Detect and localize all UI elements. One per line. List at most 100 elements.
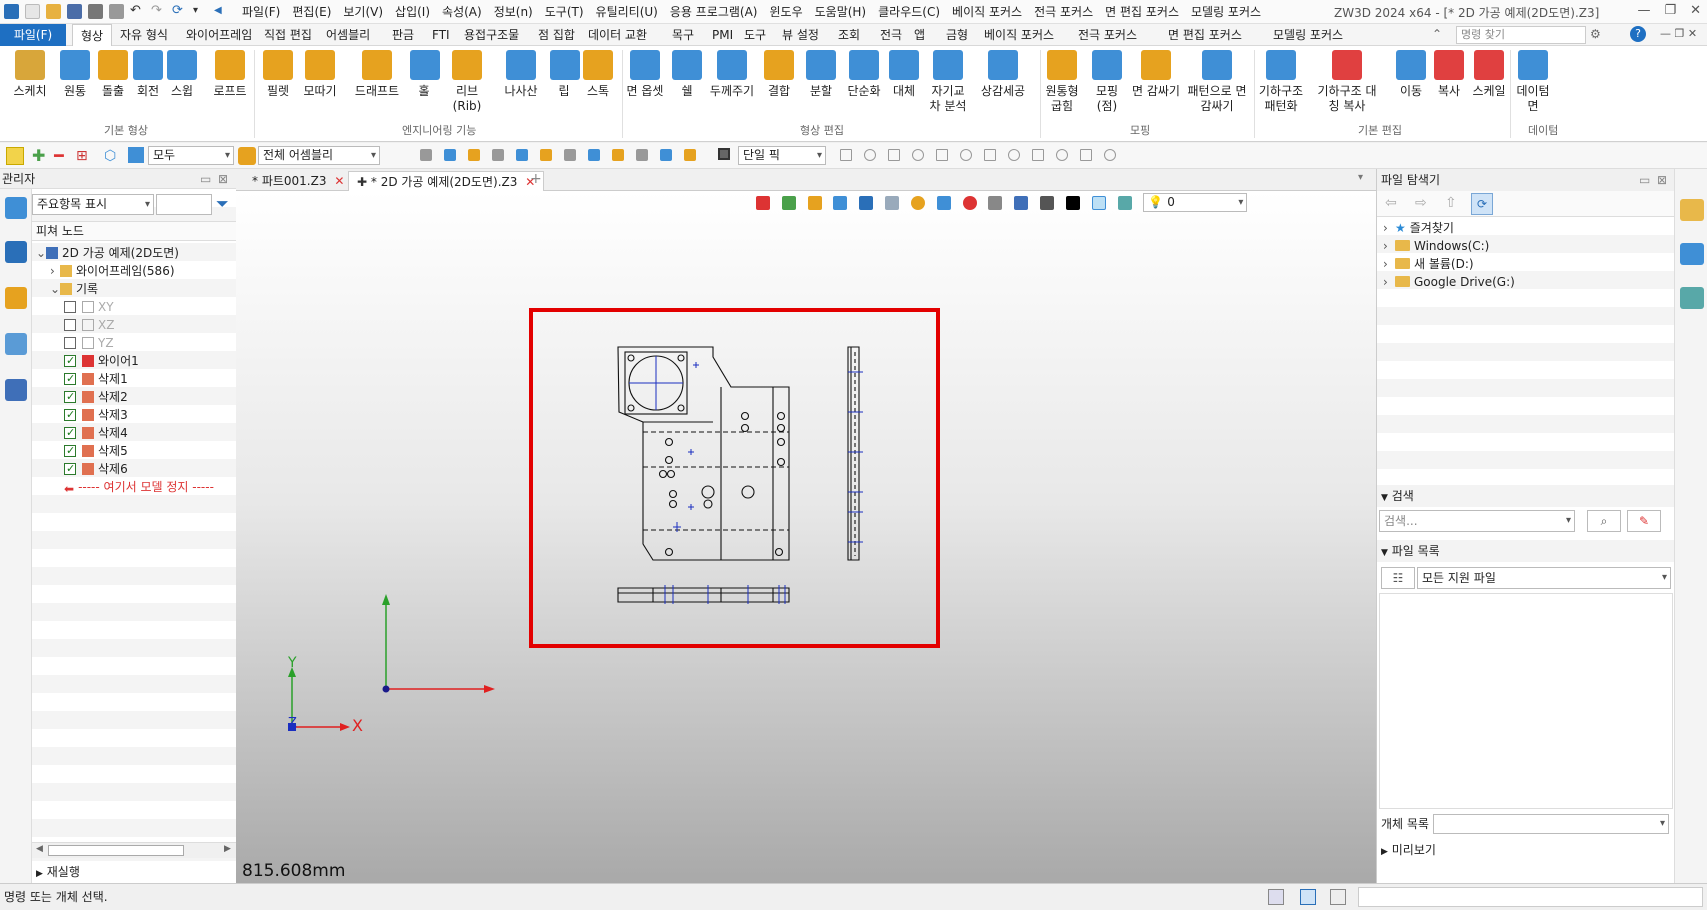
ribbon-button[interactable]: 자기교차 분석 <box>926 50 970 114</box>
zoom-fit-icon[interactable] <box>936 195 951 210</box>
display-filter-combo[interactable]: 주요항목 표시 <box>32 194 154 215</box>
menu-item[interactable]: 삽입(I) <box>389 4 436 20</box>
ribbon-button[interactable]: 결합 <box>760 50 798 99</box>
snap-tool-icon[interactable] <box>1056 149 1068 161</box>
ribbon-button[interactable]: 면 감싸기 <box>1130 50 1182 99</box>
scroll-left-icon[interactable]: ◀ <box>36 844 43 854</box>
expand-icon[interactable]: › <box>1383 255 1395 273</box>
library-tab-icon[interactable] <box>1680 243 1704 265</box>
minimize-icon[interactable]: — <box>1637 3 1650 18</box>
panel-pin-icon[interactable]: ▭ <box>200 169 211 189</box>
ribbon-button[interactable]: 스케일 <box>1470 50 1508 99</box>
file-tree-item[interactable]: › Windows(C:) <box>1383 237 1489 255</box>
view-back-icon[interactable] <box>756 195 770 210</box>
snap-tool-icon[interactable] <box>984 149 996 161</box>
clear-search-icon[interactable]: ✎ <box>1627 510 1661 532</box>
ribbon-tab[interactable]: 자유 형식 <box>112 24 176 46</box>
tree-node[interactable]: ⌄ 기록 <box>50 280 98 298</box>
ribbon-tab[interactable]: 어셈블리 <box>318 24 378 46</box>
ribbon-tab[interactable]: 조회 <box>830 24 868 46</box>
filter-funnel-icon[interactable]: ⏷ <box>216 195 229 213</box>
menu-item[interactable]: 편집(E) <box>286 4 337 20</box>
color-black-swatch[interactable] <box>1065 195 1080 210</box>
ribbon-tab[interactable]: 전극 포커스 <box>1070 24 1145 46</box>
measure-icon[interactable] <box>1014 195 1029 210</box>
visibility-checkbox[interactable] <box>64 319 76 331</box>
menu-item[interactable]: 클라우드(C) <box>872 4 946 20</box>
layout-1-icon[interactable] <box>1268 889 1284 905</box>
toolbar-tool-icon[interactable] <box>564 149 576 161</box>
ribbon-button[interactable]: 돌출 <box>96 50 130 99</box>
snap-tool-icon[interactable] <box>864 149 876 161</box>
snap-tool-icon[interactable] <box>888 149 900 161</box>
ribbon-button[interactable]: 로프트 <box>208 50 252 99</box>
shaded-style-icon[interactable] <box>833 195 848 210</box>
ribbon-tab[interactable]: 형상 <box>72 24 113 46</box>
ribbon-window-controls[interactable]: — ❐ ✕ <box>1660 27 1697 40</box>
ribbon-button[interactable]: 기하구조 대칭 복사 <box>1314 50 1380 114</box>
doc-tab-2d-example[interactable]: ✚ * 2D 가공 예제(2D도면).Z3 ✕ <box>348 171 545 191</box>
layer-style-icon[interactable] <box>1117 195 1132 210</box>
ribbon-tab[interactable]: 와이어프레임 <box>178 24 260 46</box>
ribbon-collapse-icon[interactable]: ⌃ <box>1432 27 1442 41</box>
toolbar-tool-icon[interactable] <box>612 149 624 161</box>
remove-filter-icon[interactable]: ━ <box>54 147 64 165</box>
toolbar-tool-icon[interactable] <box>516 149 528 161</box>
menu-item[interactable]: 파일(F) <box>236 4 286 20</box>
assembly-icon[interactable] <box>238 147 256 165</box>
ribbon-button[interactable]: 립 <box>550 50 580 99</box>
doc-tab-part001[interactable]: * 파트001.Z3 ✕ <box>244 171 352 191</box>
pin-tab-icon[interactable]: ✚ <box>357 175 367 189</box>
ribbon-button[interactable]: 대체 <box>886 50 922 99</box>
assembly-manager-icon[interactable] <box>5 241 27 263</box>
view-mode-icon[interactable]: ☷ <box>1381 567 1415 589</box>
layer-combo[interactable]: 💡 0 <box>1143 193 1248 212</box>
menu-item[interactable]: 모델링 포커스 <box>1185 4 1267 20</box>
tree-search-input[interactable] <box>156 194 212 215</box>
menu-item[interactable]: 정보(n) <box>488 4 539 20</box>
menu-item[interactable]: 도구(T) <box>539 4 590 20</box>
ribbon-tab[interactable]: 금형 <box>938 24 976 46</box>
pick-filter-icon[interactable]: ⊞ <box>76 147 88 165</box>
file-list-header[interactable]: ▼ 파일 목록 <box>1377 540 1675 562</box>
open-folder-icon[interactable] <box>46 4 61 19</box>
chart-filter-icon[interactable] <box>128 147 144 163</box>
tree-scrollbar[interactable]: ◀ ▶ <box>32 842 236 858</box>
ribbon-tab[interactable]: 전극 <box>872 24 910 46</box>
panel-close-icon[interactable]: ⊠ <box>1657 169 1667 191</box>
ribbon-button[interactable]: 이동 <box>1394 50 1428 99</box>
view-filter-icon[interactable] <box>781 195 796 210</box>
forward-arrow-icon[interactable]: ⇨ <box>1415 195 1427 211</box>
customize-dropdown-icon[interactable]: ▾ <box>193 4 208 19</box>
view-orient-icon[interactable] <box>885 195 900 210</box>
ribbon-tab[interactable]: 직접 편집 <box>256 24 320 46</box>
print-icon[interactable] <box>88 4 103 19</box>
expand-icon[interactable]: › <box>1383 219 1395 237</box>
menu-item[interactable]: 속성(A) <box>436 4 488 20</box>
ribbon-tab[interactable]: 파일(F) <box>0 24 66 46</box>
layout-2-icon[interactable] <box>1300 889 1316 905</box>
graphics-viewport[interactable]: 💡 0 ▾ Y X Z 815.608mm <box>236 191 1376 883</box>
visibility-checkbox[interactable] <box>64 406 76 424</box>
ribbon-button[interactable]: 쉘 <box>670 50 704 99</box>
ribbon-tab[interactable]: 데이터 교환 <box>580 24 655 46</box>
user-manager-icon[interactable] <box>5 379 27 401</box>
file-browser-tab-icon[interactable] <box>1680 199 1704 221</box>
ribbon-button[interactable]: 데이텀 면 <box>1513 50 1553 114</box>
toolbar-tool-icon[interactable] <box>684 149 696 161</box>
search-icon[interactable]: ⌕ <box>1587 510 1621 532</box>
ribbon-tab[interactable]: 뷰 설정 <box>774 24 827 46</box>
file-search-input[interactable]: 검색... <box>1379 510 1575 532</box>
ribbon-button[interactable]: 복사 <box>1432 50 1466 99</box>
snap-tool-icon[interactable] <box>1008 149 1020 161</box>
toolbar-tool-icon[interactable] <box>468 149 480 161</box>
ribbon-button[interactable]: 모따기 <box>300 50 340 99</box>
expand-icon[interactable]: › <box>1383 237 1395 255</box>
tree-node[interactable]: ⬅ ----- 여기서 모델 정지 ----- <box>64 478 214 496</box>
refresh-icon[interactable]: ⟳ <box>1471 193 1493 215</box>
hexagon-filter-icon[interactable]: ⬡ <box>104 147 116 165</box>
file-tree-item[interactable]: › 새 볼륨(D:) <box>1383 255 1474 273</box>
ribbon-button[interactable]: 면 옵셋 <box>622 50 668 99</box>
undo-icon[interactable]: ↶ <box>130 4 145 19</box>
ribbon-tab[interactable]: 목구 <box>664 24 702 46</box>
